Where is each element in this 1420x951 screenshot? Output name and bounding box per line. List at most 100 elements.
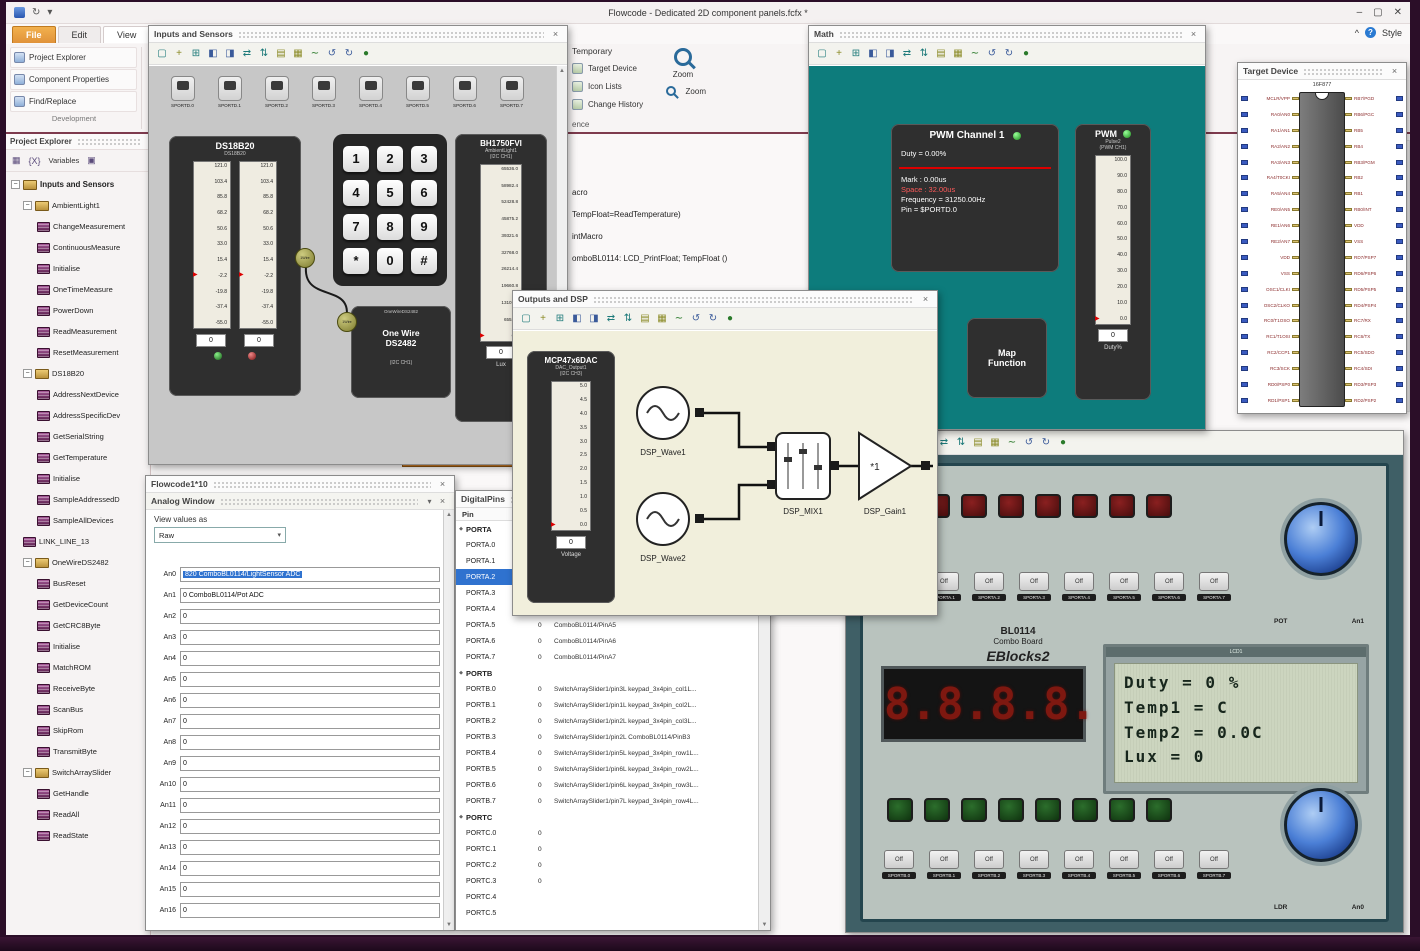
add-icon[interactable]: +	[536, 311, 550, 326]
ldr-knob[interactable]	[1284, 788, 1358, 862]
maximize-button[interactable]: ▢	[1373, 7, 1382, 18]
style-button[interactable]: Style	[1382, 28, 1402, 38]
tree-item[interactable]: − GetSerialString	[6, 426, 150, 447]
onewire-pin-icon[interactable]: 1Wire	[295, 248, 315, 268]
view-option[interactable]: Change History	[572, 95, 732, 113]
panel-switch[interactable]: SPORTD.4	[347, 76, 394, 108]
slider-marker-icon[interactable]: ▶	[239, 272, 244, 278]
scroll-up-icon[interactable]: ▲	[559, 68, 565, 74]
switch-rocker[interactable]	[405, 76, 430, 101]
board-switch[interactable]: Off SPORTB.7	[1197, 850, 1231, 879]
close-icon[interactable]: ×	[549, 29, 562, 39]
board-switch[interactable]: Off SPORTB.1	[927, 850, 961, 879]
digital-pin-row[interactable]: ◆ PORTC.1 0	[456, 841, 758, 857]
slider-marker-icon[interactable]: ▶	[193, 272, 198, 278]
analog-value-field[interactable]: 820 ComboBL0114/LightSensor ADC	[180, 567, 440, 582]
keypad-key[interactable]: 9	[411, 214, 437, 240]
align-right-icon[interactable]: ◨	[223, 46, 237, 61]
scroll-down-icon[interactable]: ▼	[762, 922, 768, 928]
pin-connector-icon[interactable]	[1241, 143, 1248, 149]
redo-icon[interactable]: ↻	[1039, 435, 1053, 450]
tree-item[interactable]: − SampleAllDevices	[6, 510, 150, 531]
pin-connector-icon[interactable]	[1396, 318, 1403, 324]
digital-pin-row[interactable]: ◆ PORTB.6 0 SwitchArraySlider1/pin6L key…	[456, 777, 758, 793]
analog-value-field[interactable]: 0	[180, 798, 440, 813]
table-icon[interactable]: ▦	[291, 46, 305, 61]
pin-connector-icon[interactable]	[1241, 175, 1248, 181]
analog-value-field[interactable]: 0	[180, 735, 440, 750]
tree-item[interactable]: − ReadAll	[6, 804, 150, 825]
digital-pin-row[interactable]: ◆ PORTB.2 0 SwitchArraySlider1/pin2L key…	[456, 713, 758, 729]
tree-item[interactable]: − ChangeMeasurement	[6, 216, 150, 237]
analog-value-field[interactable]: 0	[180, 651, 440, 666]
analog-value-field[interactable]: 0	[180, 819, 440, 834]
digital-pin-row[interactable]: ◆ PORTC.3 0	[456, 873, 758, 889]
digital-pin-row[interactable]: ◆ PORTC.0 0	[456, 825, 758, 841]
pin-connector-icon[interactable]	[1396, 159, 1403, 165]
pin-connector-icon[interactable]	[1241, 111, 1248, 117]
keypad-key[interactable]: 0	[377, 248, 403, 274]
pin-connector-icon[interactable]	[1396, 382, 1403, 388]
collapse-ribbon-icon[interactable]: ^	[1355, 28, 1359, 38]
wave-icon[interactable]: ∼	[1005, 435, 1019, 450]
undo-icon[interactable]: ↺	[1022, 435, 1036, 450]
tree-item[interactable]: − Initialise	[6, 636, 150, 657]
close-icon[interactable]: ×	[436, 496, 449, 506]
minimize-button[interactable]: –	[1357, 7, 1363, 18]
tree-item[interactable]: − SampleAddressedD	[6, 489, 150, 510]
tree-item[interactable]: − GetHandle	[6, 783, 150, 804]
macros-icon[interactable]: ▦	[12, 155, 21, 166]
collapse-icon[interactable]: −	[11, 180, 20, 189]
close-icon[interactable]: ×	[1187, 29, 1200, 39]
analog-value-field[interactable]: 0 ComboBL0114/Pot ADC	[180, 588, 440, 603]
pin-connector-icon[interactable]	[1241, 223, 1248, 229]
pin-connector-icon[interactable]	[1396, 96, 1403, 101]
tree-item[interactable]: − OneTimeMeasure	[6, 279, 150, 300]
scroll-down-icon[interactable]: ▼	[446, 922, 452, 928]
switch-rocker[interactable]	[358, 76, 383, 101]
record-icon[interactable]: ●	[723, 311, 737, 326]
switch-rocker[interactable]	[452, 76, 477, 101]
pwm-scale[interactable]: 100.0 90.0 80.0 70.0 60.0 50.0 40.0 30.0 20.0 10.…	[1095, 155, 1131, 325]
record-icon[interactable]: ●	[359, 46, 373, 61]
ribbon-tab[interactable]: File	[12, 26, 56, 43]
analog-value-field[interactable]: 0	[180, 903, 440, 918]
panel-switch[interactable]: SPORTD.1	[206, 76, 253, 108]
switch-rocker[interactable]	[311, 76, 336, 101]
digital-pin-row[interactable]: ◆ PORTA.7 0 ComboBL0114/PinA7	[456, 649, 758, 665]
undo-icon[interactable]: ↺	[325, 46, 339, 61]
analog-value-field[interactable]: 0	[180, 777, 440, 792]
switch-button[interactable]: Off	[1154, 850, 1184, 869]
tree-item[interactable]: − AddressSpecificDev	[6, 405, 150, 426]
pot-knob[interactable]	[1284, 502, 1358, 576]
board-switch[interactable]: Off SPORTB.2	[972, 850, 1006, 879]
pin-connector-icon[interactable]	[1241, 366, 1248, 372]
tree-item[interactable]: − SwitchArraySlider	[6, 762, 150, 783]
ribbon-button[interactable]: Find/Replace	[10, 91, 137, 112]
qat-dropdown-icon[interactable]: ▾	[47, 7, 52, 18]
switch-button[interactable]: Off	[974, 572, 1004, 591]
tree-item[interactable]: − AmbientLight1	[6, 195, 150, 216]
panel-switch[interactable]: SPORTD.0	[159, 76, 206, 108]
analog-value-field[interactable]: 0	[180, 609, 440, 624]
pin-connector-icon[interactable]	[1396, 350, 1403, 356]
align-right-icon[interactable]: ◨	[883, 46, 897, 61]
close-icon[interactable]: ×	[1388, 66, 1401, 76]
analog-value-field[interactable]: 0	[180, 882, 440, 897]
switch-rocker[interactable]	[170, 76, 195, 101]
view-values-dropdown[interactable]: Raw ▾	[154, 527, 286, 543]
analog-value-field[interactable]: 0	[180, 840, 440, 855]
tree-item[interactable]: − ReceiveByte	[6, 678, 150, 699]
tree-item[interactable]: − ContinuousMeasure	[6, 237, 150, 258]
digital-pin-row[interactable]: ◆ PORTC.4	[456, 889, 758, 905]
analog-value-field[interactable]: 0	[180, 693, 440, 708]
switch-button[interactable]: Off	[929, 850, 959, 869]
panel-switch[interactable]: SPORTD.5	[394, 76, 441, 108]
switch-rocker[interactable]	[499, 76, 524, 101]
pin-connector-icon[interactable]	[1396, 286, 1403, 292]
tree-item[interactable]: − GetCRC8Byte	[6, 615, 150, 636]
board-switch[interactable]: Off SPORTB.4	[1062, 850, 1096, 879]
tree-item[interactable]: − DS18B20	[6, 363, 150, 384]
thermometer-scale[interactable]: 121.0 103.4 85.8 68.2 50.6 33.0 15.4 -2.2 -19.8 -…	[239, 161, 277, 329]
switch-button[interactable]: Off	[1109, 850, 1139, 869]
